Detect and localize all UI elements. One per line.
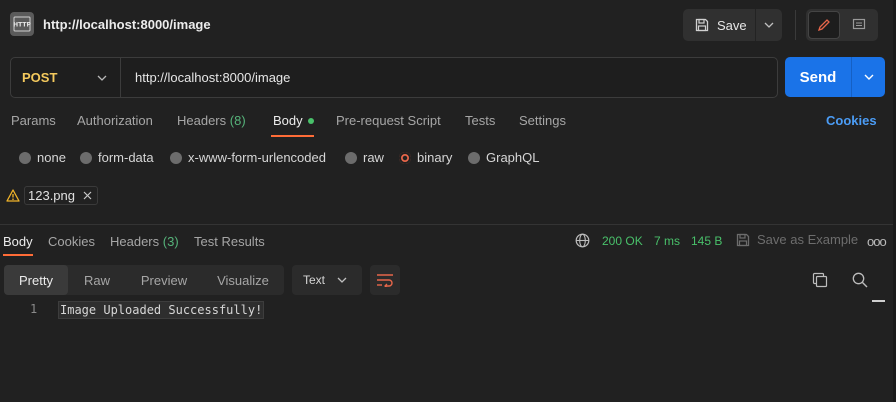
save-label: Save: [717, 17, 747, 33]
tab-tests[interactable]: Tests: [465, 113, 495, 128]
radio-graphql-label: GraphQL: [486, 150, 540, 165]
method-label: POST: [22, 70, 58, 85]
file-name: 123.png: [28, 188, 75, 203]
view-mode-toggle: [806, 9, 878, 41]
comment-icon: [852, 18, 866, 32]
request-title[interactable]: http://localhost:8000/image: [43, 17, 211, 32]
status-code[interactable]: 200 OK: [602, 234, 643, 248]
response-size[interactable]: 145 B: [691, 234, 722, 248]
radio-binary-label: binary: [417, 150, 453, 165]
response-tab-headers-count: (3): [162, 234, 179, 249]
tab-body-label: Body: [273, 113, 303, 128]
save-button[interactable]: Save: [683, 9, 756, 41]
response-body-text[interactable]: Image Uploaded Successfully!: [58, 301, 265, 319]
response-view-selector: Pretty Raw Preview Visualize: [4, 265, 284, 295]
response-tab-cookies[interactable]: Cookies: [48, 234, 95, 249]
method-select[interactable]: POST: [11, 58, 121, 97]
radio-none-dot: [19, 151, 31, 164]
response-time[interactable]: 7 ms: [654, 234, 680, 248]
tab-params[interactable]: Params: [11, 113, 56, 128]
send-button-group: Send: [785, 57, 885, 97]
svg-text:HTTP: HTTP: [13, 22, 31, 29]
file-chip[interactable]: 123.png: [24, 186, 98, 205]
tab-headers-label: Headers: [177, 113, 227, 128]
radio-none[interactable]: none: [19, 150, 66, 165]
tab-body[interactable]: Body: [273, 113, 314, 128]
selected-file-row: 123.png: [6, 186, 98, 205]
warning-icon: [6, 189, 20, 202]
url-input[interactable]: http://localhost:8000/image: [135, 70, 290, 85]
chevron-down-icon: [337, 277, 347, 283]
radio-binary[interactable]: binary: [399, 150, 452, 165]
view-raw-button[interactable]: Raw: [68, 265, 126, 295]
url-bar: [10, 57, 778, 98]
edit-mode-button[interactable]: [808, 11, 840, 39]
http-file-icon: HTTP: [10, 12, 34, 36]
radio-binary-dot: [399, 151, 411, 164]
response-tab-test-results[interactable]: Test Results: [194, 234, 265, 249]
radio-graphql-dot: [468, 151, 480, 164]
chevron-down-icon: [764, 22, 774, 28]
copy-icon[interactable]: [812, 272, 828, 288]
radio-graphql[interactable]: GraphQL: [468, 150, 539, 165]
send-button[interactable]: Send: [785, 57, 852, 97]
view-preview-button[interactable]: Preview: [126, 265, 202, 295]
save-icon: [695, 18, 709, 32]
active-tab-indicator: [271, 135, 314, 137]
pencil-icon: [817, 18, 831, 32]
body-indicator-dot: [307, 117, 314, 124]
close-icon[interactable]: [83, 191, 92, 200]
globe-icon[interactable]: [575, 233, 590, 248]
wrap-lines-button[interactable]: [370, 265, 400, 295]
chevron-down-icon: [97, 75, 107, 81]
save-options-button[interactable]: [756, 9, 782, 41]
response-tab-headers[interactable]: Headers (3): [110, 234, 179, 249]
active-response-tab-indicator: [3, 254, 33, 256]
save-icon: [736, 233, 750, 247]
save-as-example-label: Save as Example: [757, 232, 859, 247]
chevron-down-icon: [864, 74, 874, 80]
radio-urlencoded-label: x-www-form-urlencoded: [188, 150, 326, 165]
section-divider: [0, 224, 896, 225]
radio-raw-dot: [345, 151, 357, 164]
wrap-lines-icon: [376, 273, 394, 287]
tab-headers[interactable]: Headers (8): [177, 113, 246, 128]
toolbar-divider: [795, 10, 796, 40]
scrollbar-marker[interactable]: [872, 300, 885, 302]
line-number: 1: [30, 302, 38, 316]
radio-none-label: none: [37, 150, 66, 165]
cookies-link[interactable]: Cookies: [826, 113, 877, 128]
radio-urlencoded-dot: [170, 151, 182, 164]
format-label: Text: [303, 273, 326, 287]
response-tab-headers-label: Headers: [110, 234, 160, 249]
comments-mode-button[interactable]: [843, 11, 875, 39]
radio-form-data-dot: [80, 151, 92, 164]
save-button-group: Save: [683, 9, 782, 41]
tab-settings[interactable]: Settings: [519, 113, 566, 128]
view-visualize-button[interactable]: Visualize: [202, 265, 284, 295]
search-icon[interactable]: [852, 272, 868, 288]
send-options-button[interactable]: [852, 57, 885, 97]
radio-raw-label: raw: [363, 150, 384, 165]
tab-headers-count: (8): [229, 113, 246, 128]
view-pretty-button[interactable]: Pretty: [4, 265, 68, 295]
format-select[interactable]: Text: [292, 265, 362, 295]
radio-raw[interactable]: raw: [345, 150, 384, 165]
response-tab-body[interactable]: Body: [3, 234, 33, 249]
radio-urlencoded[interactable]: x-www-form-urlencoded: [170, 150, 326, 165]
tab-pre-request-script[interactable]: Pre-request Script: [336, 113, 441, 128]
save-as-example-button[interactable]: Save as Example: [736, 232, 858, 247]
tab-authorization[interactable]: Authorization: [77, 113, 153, 128]
radio-form-data-label: form-data: [98, 150, 154, 165]
radio-form-data[interactable]: form-data: [80, 150, 154, 165]
more-options-icon[interactable]: ooo: [867, 234, 887, 249]
